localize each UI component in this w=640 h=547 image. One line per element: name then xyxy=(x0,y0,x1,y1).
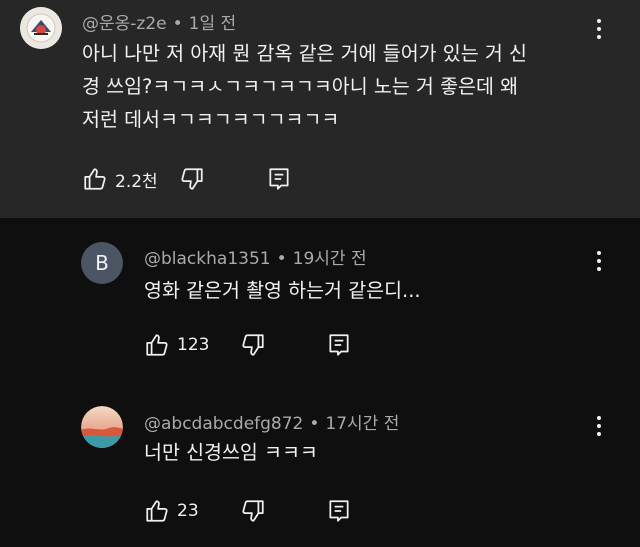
like-count: 23 xyxy=(177,501,199,521)
avatar-letter: B xyxy=(95,251,109,275)
comment-actions: 23 xyxy=(144,496,374,526)
comment-author[interactable]: @blackha1351 xyxy=(144,249,271,269)
reply-comment: B @blackha1351 • 19시간 전 영화 같은거 촬영 하는거 같은디.… xyxy=(0,218,640,388)
meta-separator: • xyxy=(276,249,287,269)
dislike-icon xyxy=(242,500,264,522)
avatar-image xyxy=(81,406,123,448)
reply-button[interactable] xyxy=(326,330,352,360)
avatar-image xyxy=(20,7,62,49)
like-button[interactable]: 2.2천 xyxy=(82,164,158,194)
comment-meta: @abcdabcdefg872 • 17시간 전 xyxy=(144,409,399,434)
dislike-button[interactable] xyxy=(240,330,266,360)
comment-text-line: 영화 같은거 촬영 하는거 같은디... xyxy=(144,279,421,302)
comment-time: 17시간 전 xyxy=(325,414,400,434)
comment-top: @운옹-z2e • 1일 전 아니 나만 저 아재 뭔 감옥 같은 거에 들어가 있… xyxy=(0,0,640,218)
comment-text-line: 너만 신경쓰임 ㅋㅋㅋ xyxy=(144,441,318,464)
comment-author[interactable]: @운옹-z2e xyxy=(82,14,167,34)
comment-text-line: 경 쓰임?ㅋㄱㅋㅅㄱㅋㄱㅋㄱㅋ아니 노는 거 좋은데 왜 xyxy=(82,75,519,98)
meta-separator: • xyxy=(309,414,320,434)
reply-button[interactable] xyxy=(266,164,292,194)
like-button[interactable]: 123 xyxy=(144,330,209,360)
like-count: 123 xyxy=(177,335,210,355)
comment-actions: 2.2천 xyxy=(82,164,312,194)
more-options-button[interactable] xyxy=(587,14,611,44)
avatar[interactable]: B xyxy=(81,242,123,284)
comment-time: 19시간 전 xyxy=(292,249,367,269)
reply-icon xyxy=(329,334,349,356)
comment-text-line: 아니 나만 저 아재 뭔 감옥 같은 거에 들어가 있는 거 신 xyxy=(82,42,527,65)
dislike-icon xyxy=(181,168,203,190)
like-icon xyxy=(146,500,168,522)
comment-time: 1일 전 xyxy=(188,14,237,34)
comment-text-line: 저런 데서ㅋㄱㅋㄱㅋㄱㄱㅋㄱㅋ xyxy=(82,108,340,131)
comment-meta: @운옹-z2e • 1일 전 xyxy=(82,9,236,34)
comment-text: 아니 나만 저 아재 뭔 감옥 같은 거에 들어가 있는 거 신 경 쓰임?ㅋㄱ… xyxy=(82,37,527,136)
like-icon xyxy=(84,168,106,190)
dislike-button[interactable] xyxy=(179,164,205,194)
comment-actions: 123 xyxy=(144,330,374,360)
dislike-icon xyxy=(242,334,264,356)
reply-icon xyxy=(269,168,289,190)
like-icon xyxy=(146,334,168,356)
like-count: 2.2천 xyxy=(115,171,158,192)
comment-meta: @blackha1351 • 19시간 전 xyxy=(144,244,367,269)
reply-icon xyxy=(329,500,349,522)
comment-text: 영화 같은거 촬영 하는거 같은디... xyxy=(144,274,421,307)
meta-separator: • xyxy=(172,14,183,34)
dislike-button[interactable] xyxy=(240,496,266,526)
comment-author[interactable]: @abcdabcdefg872 xyxy=(144,414,303,434)
like-button[interactable]: 23 xyxy=(144,496,199,526)
comment-text: 너만 신경쓰임 ㅋㅋㅋ xyxy=(144,436,318,469)
avatar[interactable] xyxy=(81,406,123,448)
reply-comment: @abcdabcdefg872 • 17시간 전 너만 신경쓰임 ㅋㅋㅋ 23 xyxy=(0,388,640,547)
more-options-button[interactable] xyxy=(587,246,611,276)
more-options-button[interactable] xyxy=(587,411,611,441)
avatar[interactable] xyxy=(20,7,62,49)
reply-button[interactable] xyxy=(326,496,352,526)
